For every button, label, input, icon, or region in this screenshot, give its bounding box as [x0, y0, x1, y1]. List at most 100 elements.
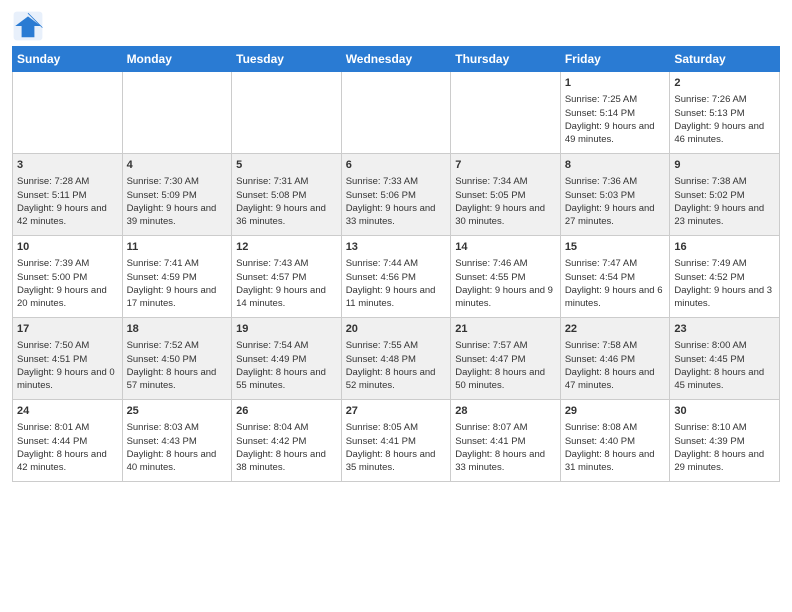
page-container: SundayMondayTuesdayWednesdayThursdayFrid…: [0, 0, 792, 612]
day-info: Daylight: 9 hours and 11 minutes.: [346, 284, 447, 311]
day-info: Daylight: 8 hours and 40 minutes.: [127, 448, 228, 475]
day-info: Sunset: 5:08 PM: [236, 189, 337, 202]
day-number: 25: [127, 404, 228, 419]
day-number: 26: [236, 404, 337, 419]
day-info: Sunrise: 7:41 AM: [127, 257, 228, 270]
calendar-cell: 25Sunrise: 8:03 AMSunset: 4:43 PMDayligh…: [122, 400, 232, 482]
calendar-cell: 14Sunrise: 7:46 AMSunset: 4:55 PMDayligh…: [451, 236, 561, 318]
day-info: Sunset: 4:56 PM: [346, 271, 447, 284]
calendar-cell: 4Sunrise: 7:30 AMSunset: 5:09 PMDaylight…: [122, 154, 232, 236]
day-info: Daylight: 9 hours and 39 minutes.: [127, 202, 228, 229]
day-info: Sunset: 5:14 PM: [565, 107, 666, 120]
day-info: Sunrise: 7:26 AM: [674, 93, 775, 106]
day-number: 22: [565, 322, 666, 337]
day-number: 14: [455, 240, 556, 255]
day-info: Sunrise: 7:31 AM: [236, 175, 337, 188]
week-row-3: 10Sunrise: 7:39 AMSunset: 5:00 PMDayligh…: [13, 236, 780, 318]
day-info: Daylight: 9 hours and 23 minutes.: [674, 202, 775, 229]
calendar-cell: 23 Sunrise: 8:00 AMSunset: 4:45 PMDayligh…: [670, 318, 780, 400]
day-info: Sunset: 4:45 PM: [674, 353, 775, 366]
calendar-cell: 8Sunrise: 7:36 AMSunset: 5:03 PMDaylight…: [560, 154, 670, 236]
calendar-cell: 29Sunrise: 8:08 AMSunset: 4:40 PMDayligh…: [560, 400, 670, 482]
day-info: Daylight: 8 hours and 45 minutes.: [674, 366, 775, 393]
day-info: Sunset: 4:46 PM: [565, 353, 666, 366]
calendar-cell: 5Sunrise: 7:31 AMSunset: 5:08 PMDaylight…: [232, 154, 342, 236]
day-info: Sunset: 4:52 PM: [674, 271, 775, 284]
day-info: Daylight: 9 hours and 27 minutes.: [565, 202, 666, 229]
header-day-sunday: Sunday: [13, 47, 123, 72]
calendar-cell: 13Sunrise: 7:44 AMSunset: 4:56 PMDayligh…: [341, 236, 451, 318]
day-number: 23: [674, 322, 775, 337]
calendar-cell: 12Sunrise: 7:43 AMSunset: 4:57 PMDayligh…: [232, 236, 342, 318]
day-info: Daylight: 9 hours and 6 minutes.: [565, 284, 666, 311]
day-info: Sunrise: 7:25 AM: [565, 93, 666, 106]
calendar-cell: 17Sunrise: 7:50 AMSunset: 4:51 PMDayligh…: [13, 318, 123, 400]
day-info: Daylight: 9 hours and 14 minutes.: [236, 284, 337, 311]
day-info: Daylight: 8 hours and 42 minutes.: [17, 448, 118, 475]
day-number: 2: [674, 76, 775, 91]
day-number: 3: [17, 158, 118, 173]
calendar-cell: 3Sunrise: 7:28 AMSunset: 5:11 PMDaylight…: [13, 154, 123, 236]
day-number: 4: [127, 158, 228, 173]
calendar-header: SundayMondayTuesdayWednesdayThursdayFrid…: [13, 47, 780, 72]
calendar-cell: 1Sunrise: 7:25 AMSunset: 5:14 PMDaylight…: [560, 72, 670, 154]
day-info: Sunrise: 8:07 AM: [455, 421, 556, 434]
calendar-cell: 24Sunrise: 8:01 AMSunset: 4:44 PMDayligh…: [13, 400, 123, 482]
day-info: Sunset: 4:44 PM: [17, 435, 118, 448]
day-info: Sunset: 4:50 PM: [127, 353, 228, 366]
day-info: Sunrise: 7:54 AM: [236, 339, 337, 352]
calendar-cell: [13, 72, 123, 154]
day-info: Sunset: 5:06 PM: [346, 189, 447, 202]
day-number: 18: [127, 322, 228, 337]
day-info: Sunset: 5:09 PM: [127, 189, 228, 202]
day-info: Daylight: 8 hours and 33 minutes.: [455, 448, 556, 475]
day-info: Sunrise: 7:58 AM: [565, 339, 666, 352]
week-row-2: 3Sunrise: 7:28 AMSunset: 5:11 PMDaylight…: [13, 154, 780, 236]
calendar-cell: 21Sunrise: 7:57 AMSunset: 4:47 PMDayligh…: [451, 318, 561, 400]
calendar-body: 1Sunrise: 7:25 AMSunset: 5:14 PMDaylight…: [13, 72, 780, 482]
header-row: SundayMondayTuesdayWednesdayThursdayFrid…: [13, 47, 780, 72]
day-info: Sunrise: 8:08 AM: [565, 421, 666, 434]
day-info: Sunset: 4:54 PM: [565, 271, 666, 284]
logo: [12, 10, 48, 42]
calendar-cell: 22Sunrise: 7:58 AMSunset: 4:46 PMDayligh…: [560, 318, 670, 400]
day-info: Daylight: 8 hours and 31 minutes.: [565, 448, 666, 475]
day-info: Daylight: 8 hours and 29 minutes.: [674, 448, 775, 475]
header-day-thursday: Thursday: [451, 47, 561, 72]
day-info: Daylight: 9 hours and 0 minutes.: [17, 366, 118, 393]
day-info: Daylight: 9 hours and 49 minutes.: [565, 120, 666, 147]
week-row-5: 24Sunrise: 8:01 AMSunset: 4:44 PMDayligh…: [13, 400, 780, 482]
calendar-cell: 27Sunrise: 8:05 AMSunset: 4:41 PMDayligh…: [341, 400, 451, 482]
day-info: Daylight: 9 hours and 3 minutes.: [674, 284, 775, 311]
calendar-cell: 9Sunrise: 7:38 AMSunset: 5:02 PMDaylight…: [670, 154, 780, 236]
calendar-cell: [451, 72, 561, 154]
header: [12, 10, 780, 42]
calendar-table: SundayMondayTuesdayWednesdayThursdayFrid…: [12, 46, 780, 482]
day-info: Sunrise: 7:52 AM: [127, 339, 228, 352]
day-info: Sunrise: 7:55 AM: [346, 339, 447, 352]
day-info: Sunrise: 7:44 AM: [346, 257, 447, 270]
day-info: Sunrise: 8:05 AM: [346, 421, 447, 434]
day-info: Daylight: 9 hours and 17 minutes.: [127, 284, 228, 311]
day-info: Sunrise: 8:00 AM: [674, 339, 775, 352]
day-number: 27: [346, 404, 447, 419]
day-info: Sunrise: 7:50 AM: [17, 339, 118, 352]
day-info: Daylight: 8 hours and 50 minutes.: [455, 366, 556, 393]
day-info: Daylight: 9 hours and 33 minutes.: [346, 202, 447, 229]
day-info: Sunrise: 7:47 AM: [565, 257, 666, 270]
day-info: Sunset: 4:48 PM: [346, 353, 447, 366]
day-info: Sunset: 4:49 PM: [236, 353, 337, 366]
day-info: Daylight: 9 hours and 42 minutes.: [17, 202, 118, 229]
day-info: Daylight: 8 hours and 35 minutes.: [346, 448, 447, 475]
day-info: Sunset: 5:00 PM: [17, 271, 118, 284]
day-number: 5: [236, 158, 337, 173]
header-day-monday: Monday: [122, 47, 232, 72]
day-info: Daylight: 9 hours and 30 minutes.: [455, 202, 556, 229]
day-number: 17: [17, 322, 118, 337]
calendar-cell: 15Sunrise: 7:47 AMSunset: 4:54 PMDayligh…: [560, 236, 670, 318]
day-info: Sunrise: 7:33 AM: [346, 175, 447, 188]
calendar-cell: 18Sunrise: 7:52 AMSunset: 4:50 PMDayligh…: [122, 318, 232, 400]
day-info: Daylight: 8 hours and 55 minutes.: [236, 366, 337, 393]
calendar-cell: [232, 72, 342, 154]
day-info: Sunset: 4:57 PM: [236, 271, 337, 284]
